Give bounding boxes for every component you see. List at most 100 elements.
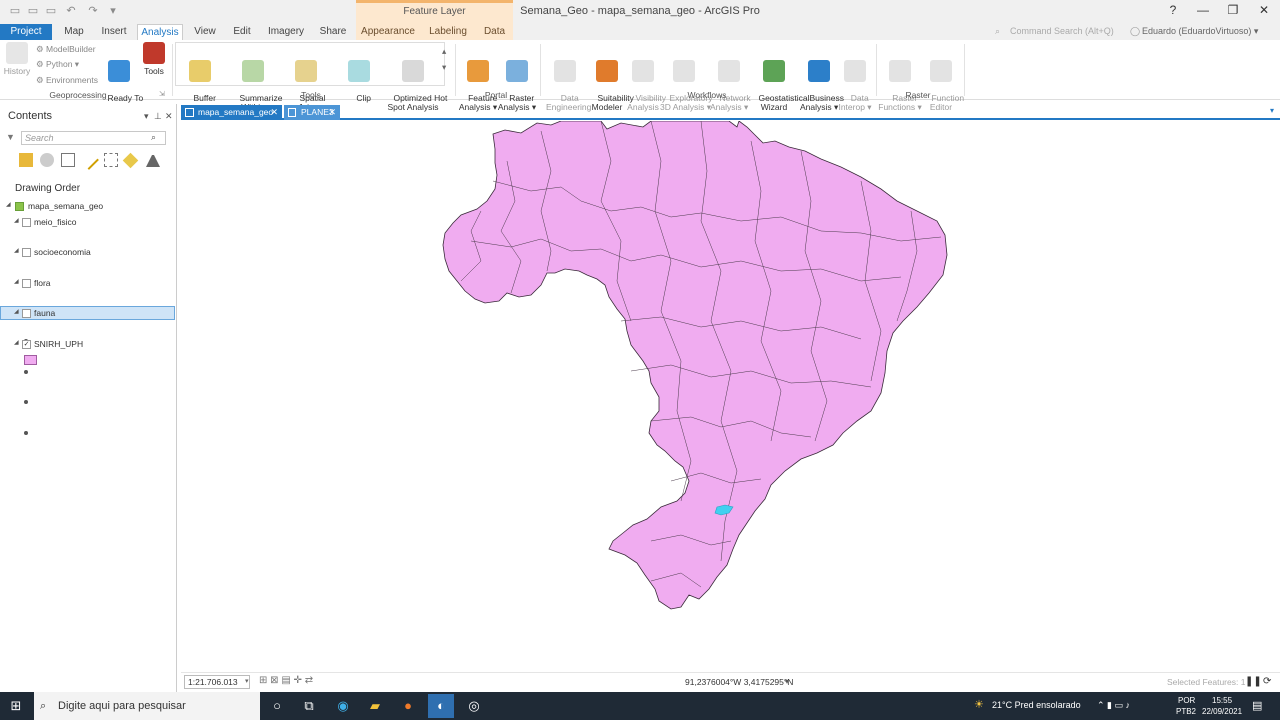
contents-pane: Contents ▾ ⊥ ✕ ▼ Search ⌕ Drawing Order … [0,104,177,692]
data-engineering-icon [554,60,576,82]
expand-icon[interactable]: ◢ [14,278,19,285]
input-language[interactable]: POR [1178,696,1195,705]
list-by-editing-icon[interactable] [79,150,99,170]
clock-time[interactable]: 15:55 [1212,696,1232,705]
expand-icon[interactable]: ◢ [6,201,11,208]
group-label-portal: Portal [484,90,508,100]
scale-dropdown-icon[interactable]: ▾ [245,677,249,685]
layer-row[interactable]: ◢ meio_fisico [0,215,175,229]
refresh-icon[interactable]: ⟳ [1263,676,1271,687]
polygon-symbol-swatch[interactable] [24,355,37,365]
minimize-button[interactable]: — [1188,3,1218,17]
tools-button[interactable]: Tools [140,42,168,76]
tab-share[interactable]: Share [314,24,352,40]
group-label-geoprocessing: Geoprocessing [49,90,107,100]
tab-labeling[interactable]: Labeling [420,24,476,40]
layer-visibility-checkbox[interactable] [22,309,31,318]
taskbar-search-box[interactable]: ⌕ Digite aqui para pesquisar [34,692,260,720]
layer-row[interactable]: ◢ flora [0,276,175,290]
command-search-input[interactable]: Command Search (Alt+Q) [1010,26,1120,36]
list-by-source-icon[interactable] [40,153,54,167]
keyboard-layout[interactable]: PTB2 [1176,707,1196,716]
expand-icon[interactable]: ◢ [14,247,19,254]
obs-icon[interactable]: ◎ [466,698,482,714]
tree-map-node[interactable]: ◢ mapa_semana_geo [0,199,175,213]
pause-drawing-icon[interactable]: ❚❚ [1245,676,1262,687]
close-tab-icon[interactable]: ✕ [270,105,278,120]
layer-row-selected[interactable]: ◢ fauna [0,306,175,320]
tray-icons[interactable]: ⌃ ▮ ▭ ♪ [1097,700,1130,711]
clip-button[interactable]: Clip [344,42,374,112]
close-tab-icon[interactable]: ✕ [328,105,336,120]
search-icon: ⌕ [40,700,47,712]
arcgis-pro-icon[interactable]: ◐ [428,694,454,718]
tab-appearance[interactable]: Appearance [356,24,420,40]
map-tab-layout[interactable]: PLANE3 ✕ [284,105,340,120]
tab-view[interactable]: View [188,24,222,40]
layer-visibility-checkbox[interactable] [22,218,31,227]
tab-analysis[interactable]: Analysis [137,24,183,40]
modelbuilder-button[interactable]: ⚙ ModelBuilder [36,44,96,55]
pin-icon[interactable]: ⊥ [154,111,162,122]
user-icon: ◯ [1130,26,1141,36]
tab-insert[interactable]: Insert [96,24,132,40]
layer-visibility-checkbox[interactable] [22,279,31,288]
file-explorer-icon[interactable]: ▰ [367,698,383,714]
list-by-snapping-icon[interactable] [104,153,118,167]
map-tab-active[interactable]: mapa_semana_geo ✕ [181,105,282,120]
windows-taskbar: ⊞ ⌕ Digite aqui para pesquisar ○ ⧉ ◉ ▰ ●… [0,692,1280,720]
search-icon[interactable]: ⌕ [151,132,156,143]
tab-imagery[interactable]: Imagery [264,24,308,40]
environments-button[interactable]: ⚙ Environments [36,75,98,86]
tab-edit[interactable]: Edit [226,24,258,40]
selected-features-count[interactable]: Selected Features: 1 [1167,677,1245,687]
expand-icon[interactable]: ◢ [14,217,19,224]
contents-search-input[interactable]: Search [21,131,166,145]
close-pane-icon[interactable]: ✕ [165,111,173,122]
launcher-icon[interactable]: ⇲ [159,90,165,98]
tab-map[interactable]: Map [56,24,92,40]
status-tool-icons[interactable]: ⊞ ⊠ ▤ ✛ ⇄ [259,675,313,686]
weather-text[interactable]: 21°C Pred ensolarado [992,700,1081,710]
notifications-icon[interactable]: ▤ [1252,699,1262,712]
layer-visibility-checkbox-checked[interactable]: ✓ [22,340,31,349]
edge-icon[interactable]: ◉ [335,698,351,714]
summarize-within-icon [242,60,264,82]
layer-row[interactable]: ◢ ✓ SNIRH_UPH [0,337,175,351]
task-view-icon[interactable]: ⧉ [301,698,317,714]
layer-row[interactable]: ◢ socioeconomia [0,245,175,259]
layer-visibility-checkbox[interactable] [22,248,31,257]
firefox-icon[interactable]: ● [400,698,416,714]
map-view[interactable] [181,121,1276,672]
tab-project[interactable]: Project [0,24,52,40]
gallery-scroll-up-icon[interactable]: ▴ [442,46,446,57]
python-button[interactable]: ⚙ Python ▾ [36,59,79,70]
list-by-selection-icon[interactable] [61,153,75,167]
history-icon [6,42,28,64]
windows-start-icon[interactable]: ⊞ [8,698,24,714]
gallery-scroll-down-icon[interactable]: ▾ [442,62,446,73]
filter-icon[interactable]: ▼ [6,132,15,142]
expand-icon[interactable]: ◢ [14,308,19,315]
brazil-uph-polygons[interactable] [442,121,948,610]
user-account-menu[interactable]: Eduardo (EduardoVirtuoso) ▾ [1142,26,1258,37]
tab-list-icon[interactable]: ▾ [1270,106,1274,115]
scale-selector[interactable]: 1:21.706.013 [184,675,250,689]
expand-icon[interactable]: ◢ [14,339,19,346]
list-by-drawing-order-icon[interactable] [19,153,33,167]
help-button[interactable]: ? [1158,3,1188,17]
group-label-raster: Raster [905,90,931,100]
pane-options-icon[interactable]: ▾ [144,111,149,122]
clock-date[interactable]: 22/09/2021 [1202,707,1242,716]
cortana-icon[interactable]: ○ [269,698,285,714]
list-by-labeling-icon[interactable] [122,152,139,169]
restore-button[interactable]: ❐ [1218,3,1248,17]
history-button[interactable]: History [2,42,32,76]
tab-data[interactable]: Data [476,24,513,40]
list-by-perspective-icon[interactable] [146,153,160,167]
map-canvas[interactable] [181,121,1276,672]
map-view-tabs: mapa_semana_geo ✕ PLANE3 ✕ ▾ [181,104,1280,120]
buffer-button[interactable]: Buffer [184,42,216,112]
coordinate-format-dropdown-icon[interactable]: ▾ [785,677,789,686]
close-button[interactable]: ✕ [1249,3,1279,17]
